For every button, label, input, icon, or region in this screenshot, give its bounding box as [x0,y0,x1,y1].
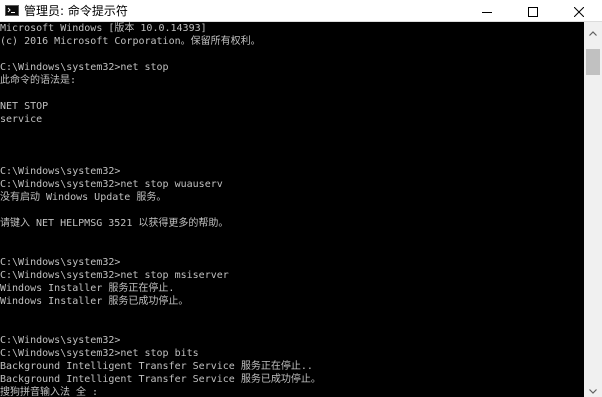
vertical-scrollbar[interactable] [584,22,602,397]
console-line: C:\Windows\system32> [0,166,121,177]
console-line: Background Intelligent Transfer Service … [0,361,313,372]
console-line: C:\Windows\system32> [0,257,121,268]
scroll-up-button[interactable] [584,22,602,39]
console-line: 此命令的语法是: [0,75,77,86]
console-line: Microsoft Windows [版本 10.0.14393] [0,23,207,34]
minimize-button[interactable] [464,0,510,22]
console-line: 请键入 NET HELPMSG 3521 以获得更多的帮助。 [0,218,229,229]
cmd-app-icon [5,5,19,16]
command-prompt-window: 管理员: 命令提示符 Microsoft Windows [版本 10.0.14… [0,0,602,397]
console-line: C:\Windows\system32> [0,335,121,346]
console-line: C:\Windows\system32>net stop wuauserv [0,179,223,190]
console-line: Windows Installer 服务正在停止. [0,283,175,294]
console-line: 搜狗拼音输入法 全 : [0,387,99,397]
window-title: 管理员: 命令提示符 [24,4,128,18]
minimize-icon [482,2,492,21]
close-button[interactable] [556,0,602,22]
console-line: 没有启动 Windows Update 服务。 [0,192,167,203]
console-line: C:\Windows\system32>net stop msiserver [0,270,229,281]
console-output[interactable]: Microsoft Windows [版本 10.0.14393] (c) 201… [0,22,584,397]
title-bar[interactable]: 管理员: 命令提示符 [0,0,602,22]
console-line: service [0,114,43,125]
maximize-button[interactable] [510,0,556,22]
chevron-down-icon [589,379,597,397]
console-line: Background Intelligent Transfer Service … [0,374,321,385]
console-line: NET STOP [0,101,49,112]
console-line: C:\Windows\system32>net stop [0,62,169,73]
scroll-down-button[interactable] [584,380,602,397]
chevron-up-icon [589,21,597,40]
maximize-icon [528,2,538,21]
console-line: Windows Installer 服务已成功停止。 [0,296,189,307]
close-icon [573,2,585,21]
scroll-thumb[interactable] [586,49,600,75]
console-line: (c) 2016 Microsoft Corporation。保留所有权利。 [0,36,261,47]
console-line: C:\Windows\system32>net stop bits [0,348,199,359]
